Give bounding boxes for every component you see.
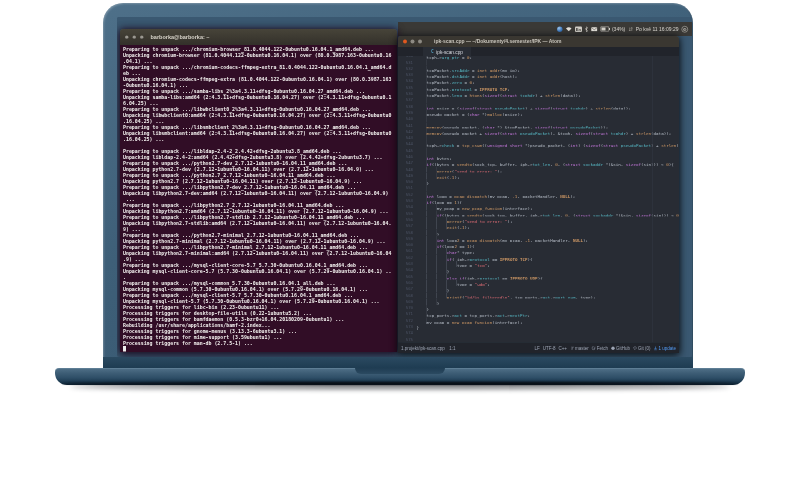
status-item-utf-8[interactable]: UTF-8 [543,346,556,351]
status-item-label: GitHub [616,346,630,351]
terminal-line: Unpacking mysql-client-core-5.7 (5.7.30-… [123,268,394,274]
battery-icon[interactable] [600,27,609,32]
terminal-cursor [123,346,126,352]
sync-arrows-icon[interactable] [628,27,633,32]
terminal-maximize-button[interactable] [140,35,144,39]
terminal-line: Unpacking libpython2.7-dev:amd64 (2.7.12… [123,190,394,196]
terminal-cursor-line [123,346,394,352]
laptop-lid-notch [355,368,445,374]
terminal-titlebar[interactable]: barborka@barborka: ~ [120,29,397,45]
terminal-line: Unpacking chromium-browser (81.0.4044.12… [123,52,394,58]
wifi-icon[interactable] [565,27,572,32]
status-item-label: UTF-8 [543,346,556,351]
tab-ipk-scan[interactable]: C ipk-scan.cpp [423,47,471,56]
terminal-close-button[interactable] [125,35,129,39]
bluetooth-icon[interactable] [585,26,588,32]
terminal-line: Unpacking libpython2.7-minimal:amd64 (2.… [123,250,394,256]
status-item-c-[interactable]: C++ [558,346,567,351]
laptop-lid: En (34%) Po kvě 11 16:09:29 ⚙ [103,3,693,368]
status-item-lf[interactable]: LF [534,346,539,351]
keyboard-layout-indicator[interactable]: En [575,26,582,32]
battery-percent: (34%) [612,26,625,32]
terminal-output[interactable]: Preparing to unpack .../chromium-browser… [120,45,397,352]
mail-icon[interactable] [591,27,598,32]
editor-minimize-button[interactable] [411,40,415,44]
editor-window-title: ipk-scan.cpp — ~/Dokumenty/4.semester/IP… [434,38,561,44]
laptop-screen: En (34%) Po kvě 11 16:09:29 ⚙ [117,17,692,357]
github-icon [611,346,615,351]
editor-titlebar[interactable]: ipk-scan.cpp — ~/Dokumenty/4.semester/IP… [398,36,679,47]
desktop-wallpaper: En (34%) Po kvě 11 16:09:29 ⚙ [117,17,692,357]
editor-close-button[interactable] [403,40,407,44]
editor-window: ipk-scan.cpp — ~/Dokumenty/4.semester/IP… [398,36,679,353]
editor-maximize-button[interactable] [418,40,422,44]
status-item-1-update[interactable]: 1 update [653,346,676,351]
status-cursor-position[interactable]: 1:1 [449,346,455,351]
status-item-label: LF [534,346,539,351]
terminal-minimize-button[interactable] [133,35,137,39]
cpp-file-icon: C [431,49,434,54]
fetch-icon [592,346,596,351]
status-item-label: Git (0) [638,346,651,351]
session-gear-icon[interactable]: ⚙ [682,26,689,33]
terminal-line: Unpacking samba-libs:amd64 (2:4.3.11+dfs… [123,94,394,100]
terminal-title: barborka@barborka: ~ [151,34,210,40]
terminal-line: Preparing to unpack .../chromium-codecs-… [123,64,394,70]
laptop-hinge [103,357,693,368]
app-indicator-icon[interactable] [557,26,563,32]
terminal-window: barborka@barborka: ~ Preparing to unpack… [120,29,397,352]
code-line: 575 [398,336,679,342]
status-item-label: C++ [558,346,567,351]
status-item-master[interactable]: master [570,346,589,351]
panel-clock[interactable]: Po kvě 11 16:09:29 [636,26,679,32]
branch-icon [570,346,574,351]
status-item-label: master [575,346,589,351]
terminal-line: Unpacking libpython2.7-stdlib:amd64 (2.7… [123,220,394,226]
status-item-fetch[interactable]: Fetch [592,346,608,351]
laptop-base [55,368,745,385]
wrap-guide [652,56,653,343]
status-item-github[interactable]: GitHub [611,346,630,351]
laptop-base-shadow [70,384,730,389]
status-item-label: 1 update [658,346,676,351]
git-icon [633,346,637,351]
ubuntu-top-panel: En (34%) Po kvě 11 16:09:29 ⚙ [398,22,692,36]
status-item-git-0-[interactable]: Git (0) [633,346,651,351]
status-file-path[interactable]: 1.projekt/ipk-scan.cpp [401,346,445,351]
tab-label: ipk-scan.cpp [436,49,463,55]
line-number: 575 [398,336,417,342]
status-item-label: Fetch [597,346,608,351]
editor-status-bar: 1.projekt/ipk-scan.cpp 1:1 LF UTF-8C++ mas… [398,343,679,354]
editor-tab-bar: C ipk-scan.cpp [398,47,679,56]
download-icon [653,346,657,351]
code-editor[interactable]: 530tcph->urg_ptr = 0;531532tcpPacket.src… [398,56,679,343]
